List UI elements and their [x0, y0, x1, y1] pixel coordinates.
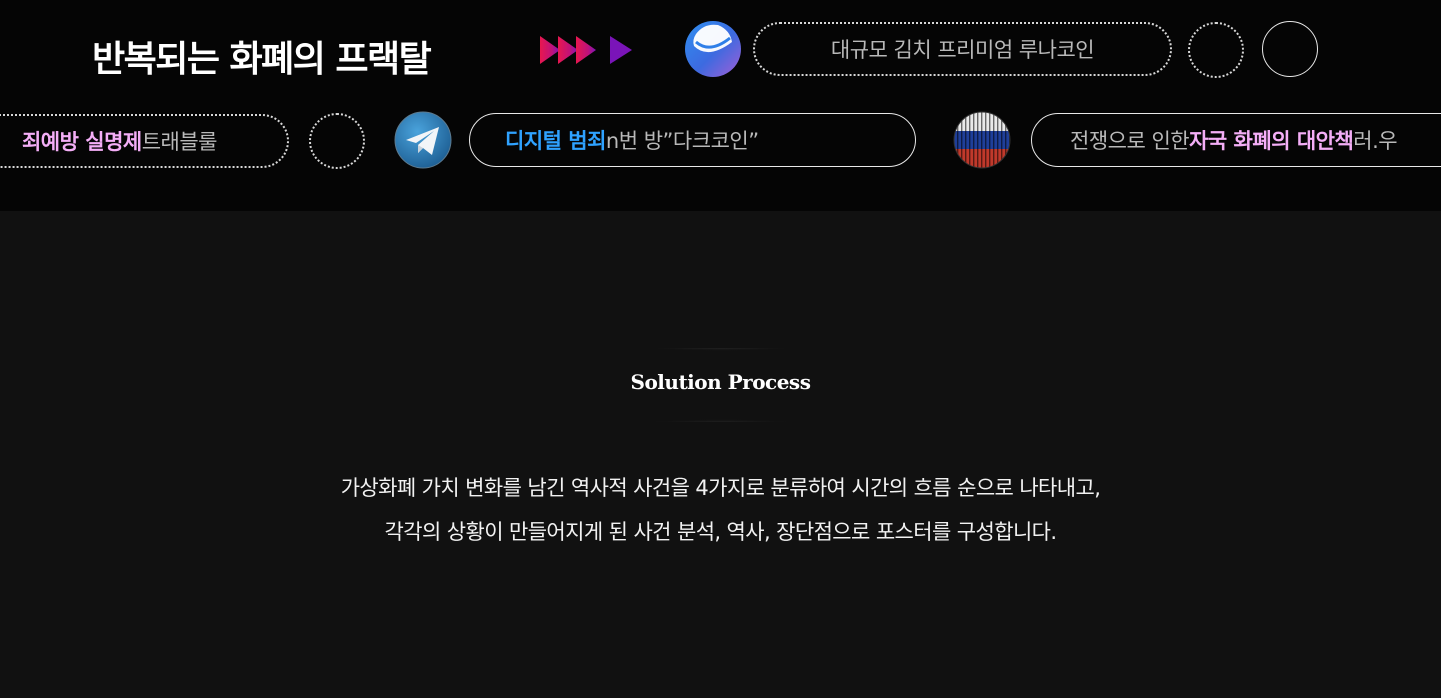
dark-coin-highlight: 디지털 범죄	[505, 129, 606, 153]
section-description: 가상화폐 가치 변화를 남긴 역사적 사건을 4가지로 분류하여 시간의 흐름 …	[220, 466, 1221, 554]
placeholder-circle-dotted-2	[309, 113, 365, 169]
war-prefix-label: 전쟁으로 인한	[1070, 129, 1190, 153]
description-line-1: 가상화폐 가치 변화를 남긴 역사적 사건을 4가지로 분류하여 시간의 흐름 …	[340, 476, 1101, 500]
russia-flag-icon	[953, 111, 1011, 169]
travel-rule-pill[interactable]: 죄예방 실명제 트래블룰	[0, 114, 289, 168]
travel-rule-label: 트래블룰	[141, 130, 218, 154]
luna-topic-pill[interactable]: 대규모 김치 프리미엄 루나코인	[753, 22, 1172, 76]
war-highlight: 자국 화폐의 대안책	[1189, 129, 1354, 153]
travel-rule-highlight: 죄예방 실명제	[21, 130, 142, 154]
dark-coin-pill[interactable]: 디지털 범죄 n번 방”다크코인”	[469, 113, 916, 167]
dark-coin-label: n번 방”다크코인”	[605, 129, 759, 153]
heading-glow-bottom	[610, 408, 832, 422]
section-heading: Solution Process	[630, 370, 811, 394]
heading-glow-top	[610, 348, 832, 362]
luna-topic-label: 대규모 김치 프리미엄 루나코인	[830, 38, 1095, 62]
placeholder-circle-solid	[1262, 21, 1318, 77]
play-arrows-icon	[540, 36, 632, 64]
war-alternative-pill[interactable]: 전쟁으로 인한 자국 화폐의 대안책 러.우	[1031, 113, 1441, 167]
description-line-2: 각각의 상황이 만들어지게 된 사건 분석, 역사, 장단점으로 포스터를 구성…	[384, 520, 1058, 544]
hero-banner: 반복되는 화폐의 프랙탈 대규모 김치 프리미엄 루나코인 죄예방 실명제 트래…	[0, 0, 1441, 211]
placeholder-circle-dotted	[1188, 22, 1244, 78]
luna-coin-icon	[684, 20, 742, 78]
war-suffix-label: 러.우	[1353, 129, 1398, 153]
page-title: 반복되는 화폐의 프랙탈	[92, 39, 432, 80]
telegram-icon	[394, 111, 452, 169]
